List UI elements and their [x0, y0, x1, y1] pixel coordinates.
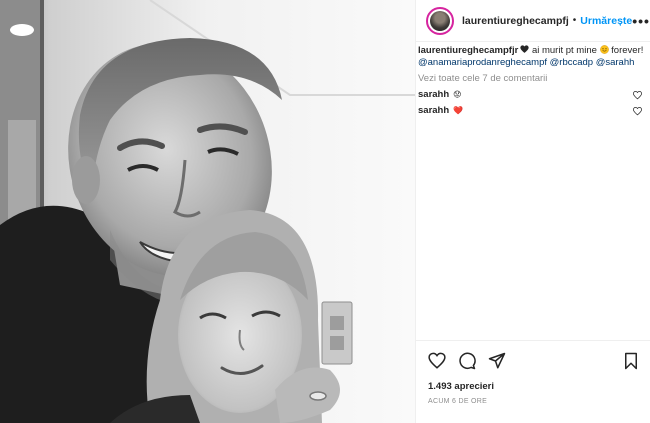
more-options-icon[interactable]: •••	[632, 13, 650, 29]
black-heart-icon	[520, 45, 529, 53]
comment-user[interactable]: sarahh	[418, 105, 449, 117]
smile-emoji-icon	[599, 45, 609, 54]
paper-plane-icon	[488, 352, 506, 368]
comment-like-icon[interactable]	[633, 106, 642, 116]
post-actions-bar	[416, 340, 650, 380]
caption-text-after: forever!	[608, 45, 644, 56]
share-button[interactable]	[486, 350, 508, 372]
post-author-username[interactable]: laurentiureghecampfj	[462, 15, 569, 27]
instagram-post-window: laurentiureghecampfj • Urmărește ••• lau…	[0, 0, 650, 423]
comment-like-icon[interactable]	[633, 90, 642, 100]
view-all-comments-link[interactable]: Vezi toate cele 7 de comentarii	[418, 73, 650, 85]
comment-user[interactable]: sarahh	[418, 89, 449, 101]
header-separator: •	[572, 15, 577, 26]
caption-mentions[interactable]: @anamariaprodanreghecampf @rbccadp @sara…	[418, 57, 650, 69]
heart-outline-icon	[428, 352, 446, 369]
photo-illustration	[0, 0, 415, 423]
post-sidebar: laurentiureghecampfj • Urmărește ••• lau…	[415, 0, 650, 423]
bookmark-icon	[625, 352, 637, 369]
comment-bubble-icon	[459, 352, 476, 369]
post-header: laurentiureghecampfj • Urmărește •••	[416, 0, 650, 42]
save-button[interactable]	[620, 350, 642, 372]
comment-button[interactable]	[456, 350, 478, 372]
comment-row: sarahh ❤️	[418, 105, 650, 117]
post-timestamp[interactable]: ACUM 6 DE ORE	[428, 398, 487, 405]
post-photo[interactable]	[0, 0, 415, 423]
avatar[interactable]	[426, 6, 454, 35]
comment-emoji: ❤️	[453, 106, 464, 115]
comment-emoji: 😟	[453, 90, 462, 99]
likes-count[interactable]: 1.493 aprecieri	[428, 381, 494, 392]
caption-author[interactable]: laurentiureghecampfjr	[418, 45, 518, 56]
like-button[interactable]	[426, 350, 448, 372]
comment-row: sarahh 😟	[418, 89, 650, 101]
post-caption: laurentiureghecampfjr ai murit pt mine f…	[418, 45, 650, 69]
caption-text-before: ai murit pt mine	[529, 45, 600, 56]
follow-button[interactable]: Urmărește	[580, 15, 632, 27]
comments-section: laurentiureghecampfjr ai murit pt mine f…	[416, 42, 650, 117]
